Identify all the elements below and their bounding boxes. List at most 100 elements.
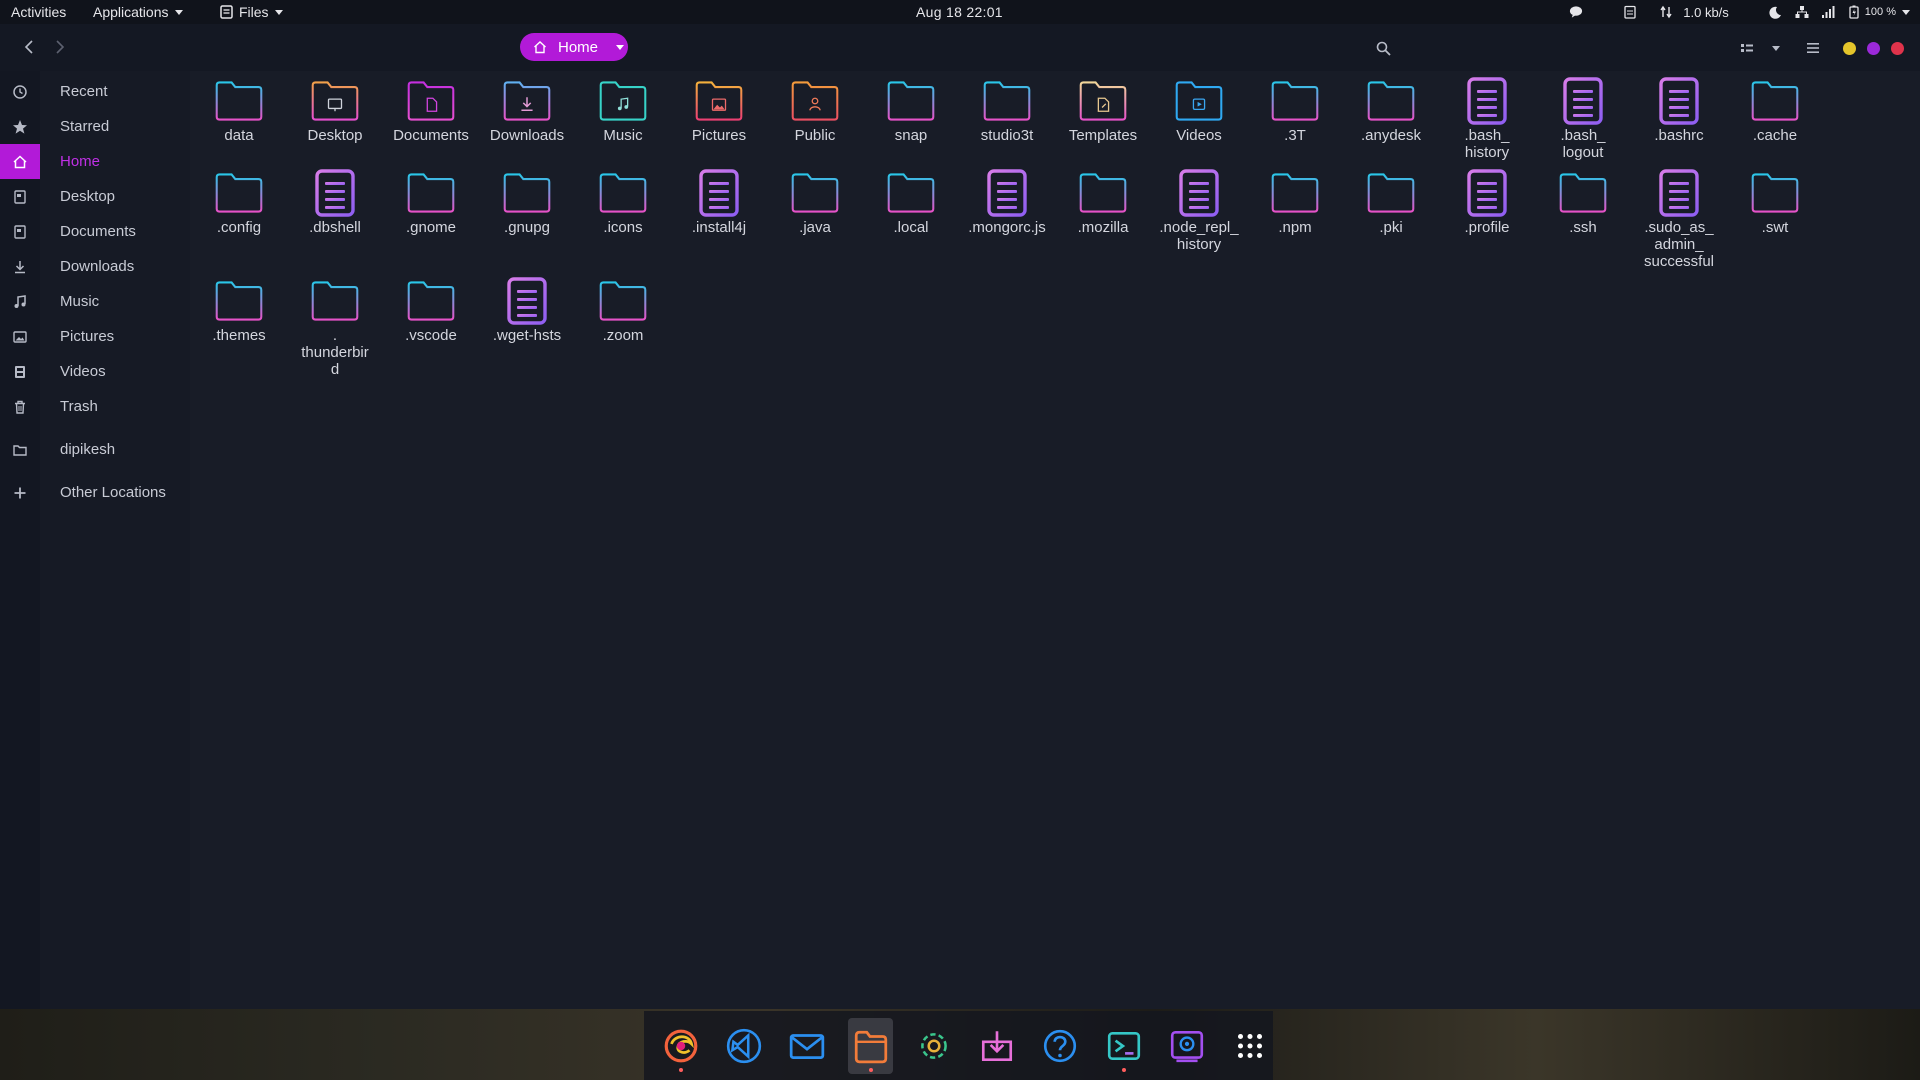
chat-icon[interactable] [1569, 5, 1583, 19]
dock-terminal-button[interactable] [1101, 1018, 1146, 1074]
sidebar-item-pictures[interactable]: Pictures [0, 319, 190, 354]
file-item-dot-bashrc[interactable]: .bashrc [1632, 77, 1726, 144]
folder-item-studio3t[interactable]: studio3t [960, 77, 1054, 144]
file-item-dot-bash-logout[interactable]: .bash_ logout [1536, 77, 1630, 161]
sidebar-item-documents[interactable]: Documents [0, 214, 190, 249]
file-item-dot-dbshell[interactable]: .dbshell [288, 169, 382, 236]
folder-item-music[interactable]: Music [576, 77, 670, 144]
dock-help-button[interactable] [1038, 1018, 1083, 1074]
sidebar-item-trash[interactable]: Trash [0, 389, 190, 424]
folder-item-dot-thunderbird[interactable]: . thunderbir d [288, 277, 382, 378]
minimize-button[interactable] [1843, 42, 1856, 55]
folder-item-dot-local[interactable]: .local [864, 169, 958, 236]
folder-item-dot-npm[interactable]: .npm [1248, 169, 1342, 236]
back-button[interactable] [18, 36, 40, 58]
folder-item-dot-pki[interactable]: .pki [1344, 169, 1438, 236]
main-menu-button[interactable] [1802, 37, 1824, 59]
folder-item-public[interactable]: Public [768, 77, 862, 144]
file-label: Music [603, 127, 643, 144]
path-bar-home-button[interactable]: Home [520, 33, 628, 61]
dock-vscode-button[interactable] [721, 1018, 766, 1074]
folder-item-dot-java[interactable]: .java [768, 169, 862, 236]
folder-icon [1267, 77, 1323, 125]
folder-item-dot-swt[interactable]: .swt [1728, 169, 1822, 236]
dock-software-install-button[interactable] [974, 1018, 1019, 1074]
file-label: Documents [393, 127, 469, 144]
forward-button[interactable] [49, 36, 71, 58]
night-light-icon[interactable] [1769, 5, 1783, 19]
activities-button[interactable]: Activities [11, 4, 66, 20]
folder-icon [307, 277, 363, 325]
settings-icon [920, 1032, 947, 1059]
sidebar-item-videos[interactable]: Videos [0, 354, 190, 389]
volume-icon[interactable] [1821, 5, 1835, 19]
sidebar-item-home[interactable]: Home [0, 144, 190, 179]
dock-settings-button[interactable] [911, 1018, 956, 1074]
file-item-dot-install4j[interactable]: .install4j [672, 169, 766, 236]
clock[interactable]: Aug 18 22:01 [916, 4, 1003, 20]
search-button[interactable] [1372, 37, 1394, 59]
folder-item-dot-vscode[interactable]: .vscode [384, 277, 478, 344]
chevron-down-icon [174, 9, 183, 15]
text-file-icon [1171, 169, 1227, 217]
folder-item-dot-3t[interactable]: .3T [1248, 77, 1342, 144]
battery-percentage: 100 % [1864, 6, 1896, 18]
folder-item-documents[interactable]: Documents [384, 77, 478, 144]
folder-item-dot-ssh[interactable]: .ssh [1536, 169, 1630, 236]
folder-item-desktop[interactable]: Desktop [288, 77, 382, 144]
sidebar-item-recent[interactable]: Recent [0, 74, 190, 109]
folder-item-dot-themes[interactable]: .themes [192, 277, 286, 344]
folder-item-snap[interactable]: snap [864, 77, 958, 144]
file-item-dot-profile[interactable]: .profile [1440, 169, 1534, 236]
folder-item-dot-cache[interactable]: .cache [1728, 77, 1822, 144]
folder-item-downloads[interactable]: Downloads [480, 77, 574, 144]
file-item-dot-wget-hsts[interactable]: .wget-hsts [480, 277, 574, 344]
folder-item-pictures[interactable]: Pictures [672, 77, 766, 144]
file-item-dot-mongorc-js[interactable]: .mongorc.js [960, 169, 1054, 236]
files-icon [854, 1030, 887, 1063]
sidebar-item-other-locations[interactable]: Other Locations [0, 475, 190, 510]
folder-item-dot-icons[interactable]: .icons [576, 169, 670, 236]
file-label: .ssh [1569, 219, 1597, 236]
file-item-dot-bash-history[interactable]: .bash_ history [1440, 77, 1534, 161]
system-menu-chevron-down-icon[interactable] [1902, 9, 1910, 15]
sidebar-item-desktop[interactable]: Desktop [0, 179, 190, 214]
sidebar-item-music[interactable]: Music [0, 284, 190, 319]
clipboard-icon[interactable] [1623, 5, 1637, 19]
dock-mail-button[interactable] [785, 1018, 830, 1074]
view-options-button[interactable] [1768, 37, 1784, 59]
folder-item-dot-mozilla[interactable]: .mozilla [1056, 169, 1150, 236]
folder-item-data[interactable]: data [192, 77, 286, 144]
file-label: .gnupg [504, 219, 550, 236]
dock-firefox-button[interactable] [658, 1018, 703, 1074]
battery-icon[interactable] [1847, 5, 1861, 19]
folder-item-dot-zoom[interactable]: .zoom [576, 277, 670, 344]
file-label: studio3t [980, 127, 1034, 144]
wired-network-icon[interactable] [1795, 5, 1809, 19]
folder-icon [211, 77, 267, 125]
folder-item-dot-config[interactable]: .config [192, 169, 286, 236]
dock-files-button[interactable] [847, 1017, 894, 1074]
hamburger-menu-icon [1807, 43, 1819, 53]
folder-item-videos[interactable]: Videos [1152, 77, 1246, 144]
applications-menu[interactable]: Applications [93, 4, 183, 20]
drive-icon [12, 442, 28, 458]
close-button[interactable] [1891, 42, 1904, 55]
view-toggle-button[interactable] [1736, 37, 1758, 59]
folder-item-templates[interactable]: Templates [1056, 77, 1150, 144]
dock-screenshot-button[interactable] [1164, 1018, 1209, 1074]
sidebar-item-dipikesh[interactable]: dipikesh [0, 432, 190, 467]
sidebar-item-starred[interactable]: Starred [0, 109, 190, 144]
file-item-dot-sudo-as-admin-successful[interactable]: .sudo_as_ admin_ successful [1632, 169, 1726, 270]
folder-item-dot-gnome[interactable]: .gnome [384, 169, 478, 236]
files-app-menu[interactable]: Files [219, 4, 283, 20]
dock-app-grid-button[interactable] [1228, 1018, 1273, 1074]
chevron-down-icon[interactable] [616, 44, 625, 50]
folder-item-dot-gnupg[interactable]: .gnupg [480, 169, 574, 236]
folder-item-dot-anydesk[interactable]: .anydesk [1344, 77, 1438, 144]
maximize-button[interactable] [1867, 42, 1880, 55]
sidebar-item-downloads[interactable]: Downloads [0, 249, 190, 284]
file-item-dot-node-repl-history[interactable]: .node_repl_ history [1152, 169, 1246, 253]
activities-label: Activities [11, 4, 67, 20]
file-grid: data Desktop Documents Downloads Music Pictur… [190, 71, 1920, 1009]
